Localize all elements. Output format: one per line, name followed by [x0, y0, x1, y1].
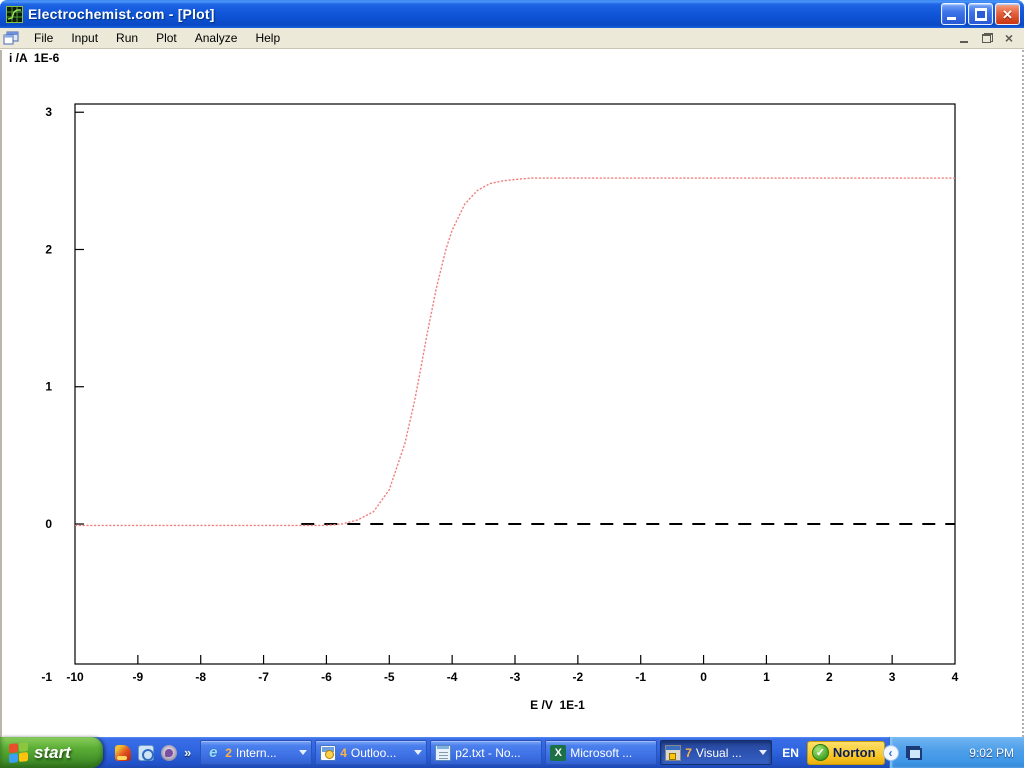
plot-client-area: -10-9-8-7-6-5-4-3-2-1012343210-1 i /A 1E… [0, 50, 1024, 737]
excel-icon: X [550, 745, 566, 761]
x-axis-title: E /V 1E-1 [475, 698, 640, 712]
svg-text:-1: -1 [41, 670, 52, 684]
menu-input[interactable]: Input [62, 29, 107, 47]
quicklaunch-icon-3[interactable] [161, 745, 177, 761]
mdi-close-icon: × [1005, 31, 1013, 45]
svg-text:-2: -2 [573, 670, 584, 684]
menu-bar: File Input Run Plot Analyze Help × [0, 28, 1024, 49]
internet-explorer-icon: e [205, 745, 221, 761]
restore-button[interactable] [968, 3, 993, 25]
svg-text:-6: -6 [321, 670, 332, 684]
visual-basic-icon [665, 745, 681, 761]
svg-text:4: 4 [952, 670, 959, 684]
svg-text:0: 0 [45, 517, 52, 531]
window-titlebar: Electrochemist.com - [Plot] × [0, 0, 1024, 28]
svg-text:-7: -7 [258, 670, 269, 684]
close-icon: × [1003, 6, 1013, 23]
quicklaunch-icon-2[interactable] [138, 745, 154, 761]
outlook-icon [320, 745, 336, 761]
svg-text:1: 1 [45, 380, 52, 394]
norton-label: Norton [833, 745, 876, 760]
menu-plot[interactable]: Plot [147, 29, 186, 47]
voltammogram-plot: -10-9-8-7-6-5-4-3-2-1012343210-1 [2, 50, 1024, 737]
notepad-icon [435, 745, 451, 761]
svg-text:0: 0 [700, 670, 707, 684]
svg-text:-10: -10 [66, 670, 84, 684]
group-dropdown-arrow-icon [414, 750, 422, 755]
svg-text:3: 3 [45, 105, 52, 119]
task-label: Visual ... [696, 746, 754, 760]
mdi-close-button[interactable]: × [1002, 32, 1016, 44]
task-label: Intern... [236, 746, 294, 760]
task-group-count: 7 [685, 746, 692, 760]
svg-text:-1: -1 [635, 670, 646, 684]
svg-text:-8: -8 [195, 670, 206, 684]
minimize-icon [947, 17, 956, 20]
mdi-minimize-button[interactable] [958, 32, 972, 44]
taskbar-button-outlook-group[interactable]: 4 Outloo... [315, 740, 427, 765]
norton-check-icon: ✓ [812, 744, 829, 761]
svg-text:-3: -3 [510, 670, 521, 684]
system-tray: ‹ 9:02 PM [889, 737, 1024, 768]
mdi-document-icon[interactable] [3, 31, 19, 45]
svg-text:-9: -9 [133, 670, 144, 684]
window-title: Electrochemist.com - [Plot] [28, 6, 215, 22]
norton-antivirus-badge[interactable]: ✓ Norton [807, 741, 885, 765]
taskbar: start » e 2 Intern... 4 Outloo... p2.txt… [0, 737, 1024, 768]
quicklaunch-icon-1[interactable] [115, 745, 131, 761]
menu-help[interactable]: Help [246, 29, 289, 47]
task-label: p2.txt - No... [455, 746, 537, 760]
restore-icon [975, 9, 987, 20]
network-tray-icon[interactable] [906, 746, 922, 760]
group-dropdown-arrow-icon [299, 750, 307, 755]
taskbar-button-notepad[interactable]: p2.txt - No... [430, 740, 542, 765]
svg-text:-4: -4 [447, 670, 458, 684]
svg-text:3: 3 [889, 670, 896, 684]
taskbar-button-visual-basic-group[interactable]: 7 Visual ... [660, 740, 772, 765]
close-button[interactable]: × [995, 3, 1020, 25]
menu-analyze[interactable]: Analyze [186, 29, 247, 47]
windows-logo-icon [9, 741, 29, 763]
language-indicator[interactable]: EN [774, 746, 807, 760]
menu-run[interactable]: Run [107, 29, 147, 47]
taskbar-button-internet-explorer-group[interactable]: e 2 Intern... [200, 740, 312, 765]
task-label: Outloo... [351, 746, 409, 760]
taskbar-clock[interactable]: 9:02 PM [969, 746, 1014, 760]
svg-text:-5: -5 [384, 670, 395, 684]
task-label: Microsoft ... [570, 746, 652, 760]
svg-text:2: 2 [826, 670, 833, 684]
task-group-count: 2 [225, 746, 232, 760]
start-button[interactable]: start [0, 737, 103, 768]
menu-file[interactable]: File [25, 29, 62, 47]
quicklaunch-overflow-chevron-icon[interactable]: » [184, 745, 191, 760]
group-dropdown-arrow-icon [759, 750, 767, 755]
tray-collapse-chevron-icon[interactable]: ‹ [883, 745, 899, 761]
svg-text:1: 1 [763, 670, 770, 684]
mdi-restore-icon [982, 33, 993, 43]
svg-text:2: 2 [45, 242, 52, 256]
y-axis-title: i /A 1E-6 [9, 51, 59, 65]
task-group-count: 4 [340, 746, 347, 760]
minimize-button[interactable] [941, 3, 966, 25]
start-label: start [34, 743, 77, 763]
taskbar-button-excel[interactable]: X Microsoft ... [545, 740, 657, 765]
mdi-minimize-icon [960, 41, 968, 43]
quick-launch-bar: » [103, 745, 199, 761]
mdi-restore-button[interactable] [980, 32, 994, 44]
app-icon [6, 6, 23, 23]
